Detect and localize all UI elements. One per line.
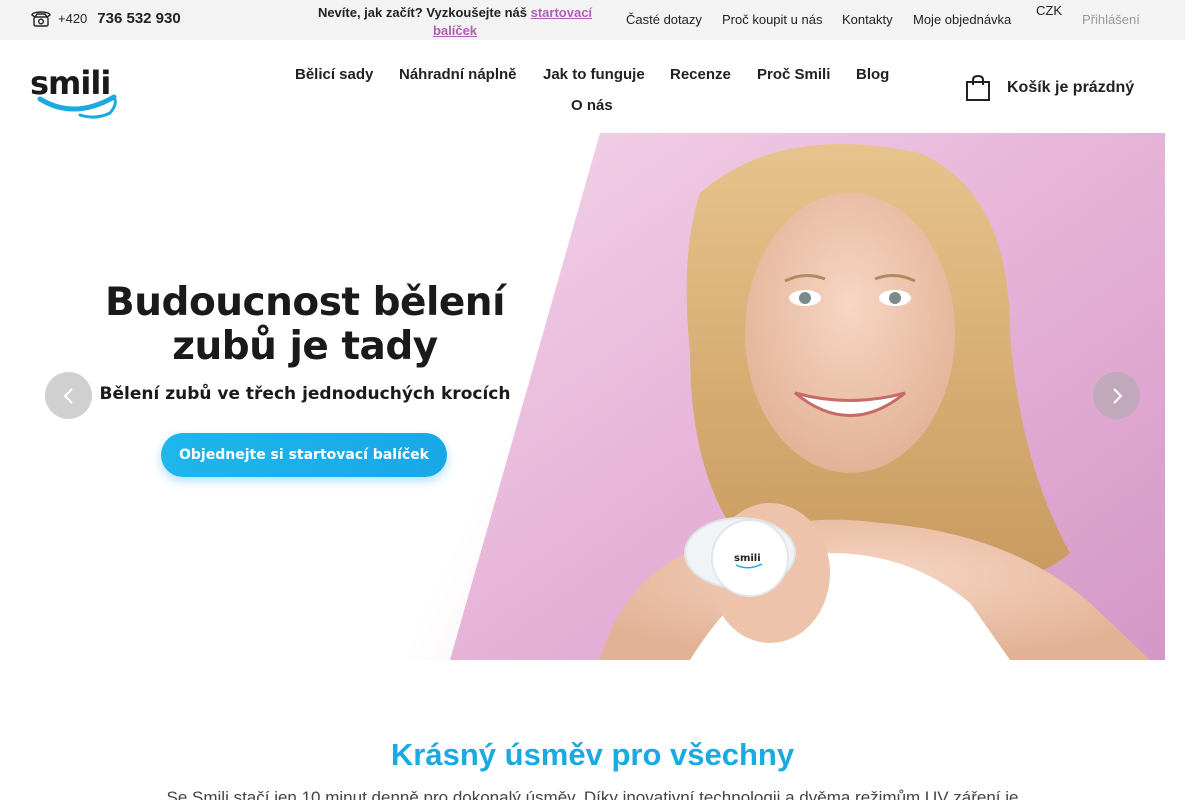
nav-about-us[interactable]: O nás	[571, 97, 613, 114]
top-bar: +420 736 532 930 Nevíte, jak začít? Vyzk…	[0, 0, 1185, 40]
toplink-faq[interactable]: Časté dotazy	[626, 12, 702, 27]
shopping-bag-icon	[966, 74, 990, 101]
currency-selector[interactable]: CZK	[1036, 3, 1062, 18]
logo-text: smili	[30, 64, 110, 102]
nav-whitening-kits[interactable]: Bělicí sady	[295, 66, 373, 83]
login-label: Přihlášení	[1082, 12, 1140, 27]
hero-image: smili	[450, 133, 1165, 660]
phone-number: 736 532 930	[97, 9, 181, 27]
cart-label: Košík je prázdný	[1007, 79, 1135, 96]
phone-link[interactable]: +420 736 532 930	[30, 9, 181, 27]
hero-title: Budoucnost bělení zubů je tady	[60, 281, 550, 369]
nav-why-smili[interactable]: Proč Smili	[757, 66, 830, 83]
chevron-left-icon	[63, 387, 73, 404]
chevron-right-icon	[1112, 387, 1122, 404]
promo-text: Nevíte, jak začít? Vyzkoušejte náš	[317, 5, 527, 20]
hero-title-line1: Budoucnost bělení	[105, 280, 505, 325]
nav-refills[interactable]: Náhradní náplně	[399, 66, 517, 83]
nav-reviews[interactable]: Recenze	[670, 66, 731, 83]
login-link[interactable]: Přihlášení	[1072, 12, 1140, 27]
nav-blog[interactable]: Blog	[856, 66, 889, 83]
cart-button[interactable]: Košík je prázdný	[965, 74, 1134, 102]
smili-logo-icon: smili	[30, 64, 117, 119]
section-title: Krásný úsměv pro všechny	[390, 737, 795, 772]
hero-title-line2: zubů je tady	[172, 324, 438, 369]
device-logo-text: smili	[734, 553, 761, 564]
logo[interactable]: smili	[30, 60, 122, 120]
phone-icon	[31, 11, 51, 27]
carousel-next-button[interactable]	[1093, 372, 1140, 419]
nav-how-it-works[interactable]: Jak to funguje	[543, 66, 645, 83]
section-text: Se Smili stačí jen 10 minut denně pro do…	[166, 788, 1019, 800]
order-starter-pack-button[interactable]: Objednejte si startovací balíček	[161, 433, 447, 477]
phone-prefix: +420	[58, 10, 88, 26]
toplink-contacts[interactable]: Kontakty	[842, 12, 893, 27]
toplink-why-buy[interactable]: Proč koupit u nás	[722, 12, 822, 27]
promo-banner: Nevíte, jak začít? Vyzkoušejte náš start…	[305, 4, 605, 40]
hero-subtitle: Bělení zubů ve třech jednoduchých krocíc…	[99, 384, 511, 404]
toplink-my-order[interactable]: Moje objednávka	[913, 12, 1011, 27]
hero-carousel: smili Budoucnost bělení zubů je tady Běl…	[20, 133, 1165, 660]
carousel-prev-button[interactable]	[45, 372, 92, 419]
